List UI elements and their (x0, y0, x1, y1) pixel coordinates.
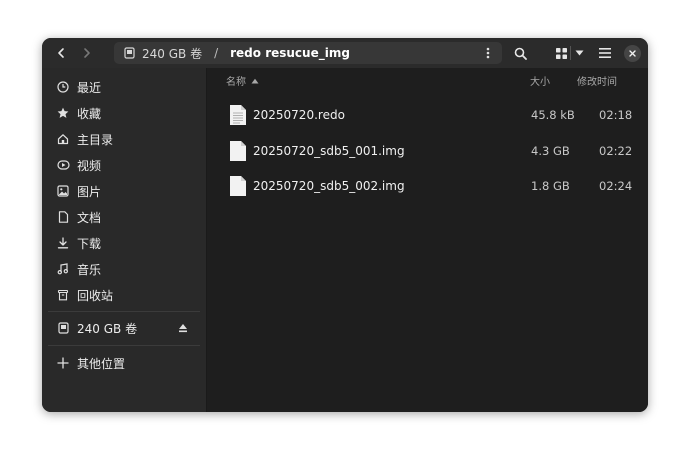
sidebar-item-label: 240 GB 卷 (77, 321, 138, 336)
table-row[interactable]: 20250720.redo 45.8 kB 02:18 (207, 98, 648, 132)
chevron-left-icon (58, 48, 64, 58)
trash-icon (56, 288, 70, 302)
sidebar-item-starred[interactable]: 收藏 (48, 101, 200, 125)
sidebar-separator (48, 311, 200, 312)
file-icon (230, 176, 246, 196)
file-list: 名称 大小 修改时间 20250720.redo 45.8 kB 02:18 2… (207, 68, 648, 412)
sidebar-item-documents[interactable]: 文档 (48, 205, 200, 229)
file-name: 20250720_sdb5_002.img (253, 179, 405, 193)
sidebar-item-pictures[interactable]: 图片 (48, 179, 200, 203)
document-icon (56, 210, 70, 224)
column-header-name[interactable]: 名称 (226, 73, 259, 88)
video-icon (56, 158, 70, 172)
close-icon (629, 50, 636, 57)
sidebar-item-label: 图片 (77, 184, 102, 199)
download-icon (56, 236, 70, 250)
sidebar-item-recent[interactable]: 最近 (48, 75, 200, 99)
back-button[interactable] (50, 38, 72, 68)
sidebar-item-label: 文档 (77, 210, 102, 225)
column-header-size[interactable]: 大小 (530, 73, 550, 88)
file-size: 4.3 GB (531, 144, 570, 158)
sidebar-item-label: 其他位置 (77, 356, 126, 371)
sidebar-item-label: 主目录 (77, 132, 114, 147)
drive-icon (56, 321, 70, 335)
view-options-dropdown[interactable] (571, 43, 587, 63)
sidebar-item-downloads[interactable]: 下载 (48, 231, 200, 255)
column-header-modified[interactable]: 修改时间 (577, 73, 617, 88)
grid-view-button[interactable] (552, 43, 570, 63)
sidebar-item-drive[interactable]: 240 GB 卷 (48, 316, 200, 340)
file-size: 1.8 GB (531, 179, 570, 193)
sort-ascending-icon (251, 78, 259, 83)
file-manager-window: 240 GB 卷 / redo resucue_img 最近 收藏 主目录 视频… (42, 38, 648, 412)
file-modified: 02:18 (599, 108, 633, 122)
sidebar-item-label: 最近 (77, 80, 102, 95)
file-name: 20250720.redo (253, 108, 345, 122)
table-row[interactable]: 20250720_sdb5_002.img 1.8 GB 02:24 (207, 169, 648, 203)
close-button[interactable] (624, 45, 641, 62)
file-size: 45.8 kB (531, 108, 575, 122)
sidebar-item-label: 收藏 (77, 106, 102, 121)
column-label-name: 名称 (226, 77, 246, 88)
sidebar-item-music[interactable]: 音乐 (48, 257, 200, 281)
sidebar-item-videos[interactable]: 视频 (48, 153, 200, 177)
sidebar: 最近 收藏 主目录 视频 图片 文档 下载 音乐 回收站 240 GB 卷 其他… (42, 68, 206, 412)
text-file-icon (230, 105, 246, 125)
file-icon (230, 141, 246, 161)
grid-icon (555, 47, 567, 59)
path-menu-button[interactable] (480, 45, 496, 61)
drive-icon (122, 46, 136, 60)
forward-button[interactable] (76, 38, 98, 68)
hamburger-menu-icon (599, 48, 611, 58)
home-icon (56, 132, 70, 146)
path-separator: / (214, 46, 219, 60)
view-toggle-group (552, 43, 588, 63)
file-modified: 02:22 (599, 144, 633, 158)
path-bar: 240 GB 卷 / redo resucue_img (114, 42, 502, 64)
eject-button[interactable] (176, 321, 190, 335)
sidebar-item-other-locations[interactable]: 其他位置 (48, 351, 200, 375)
sidebar-separator (48, 345, 200, 346)
table-row[interactable]: 20250720_sdb5_001.img 4.3 GB 02:22 (207, 134, 648, 168)
caret-down-icon (575, 50, 583, 56)
music-icon (56, 262, 70, 276)
sidebar-item-label: 视频 (77, 158, 102, 173)
eject-icon (179, 324, 187, 333)
star-icon (56, 106, 70, 120)
column-label-modified: 修改时间 (577, 77, 617, 88)
path-segment-folder[interactable]: redo resucue_img (230, 46, 350, 60)
column-label-size: 大小 (530, 77, 550, 88)
plus-icon (56, 356, 70, 370)
file-modified: 02:24 (599, 179, 633, 193)
sidebar-item-home[interactable]: 主目录 (48, 127, 200, 151)
clock-icon (56, 80, 70, 94)
more-vertical-icon (486, 47, 490, 59)
search-button[interactable] (508, 38, 532, 68)
path-segment-drive[interactable]: 240 GB 卷 (142, 45, 202, 62)
sidebar-item-trash[interactable]: 回收站 (48, 283, 200, 307)
sidebar-item-label: 音乐 (77, 262, 102, 277)
image-icon (56, 184, 70, 198)
sidebar-item-label: 回收站 (77, 288, 114, 303)
chevron-right-icon (84, 48, 90, 58)
main-menu-button[interactable] (594, 38, 616, 68)
sidebar-item-label: 下载 (77, 236, 102, 251)
file-name: 20250720_sdb5_001.img (253, 144, 405, 158)
search-icon (514, 47, 527, 60)
header-bar: 240 GB 卷 / redo resucue_img (42, 38, 648, 68)
